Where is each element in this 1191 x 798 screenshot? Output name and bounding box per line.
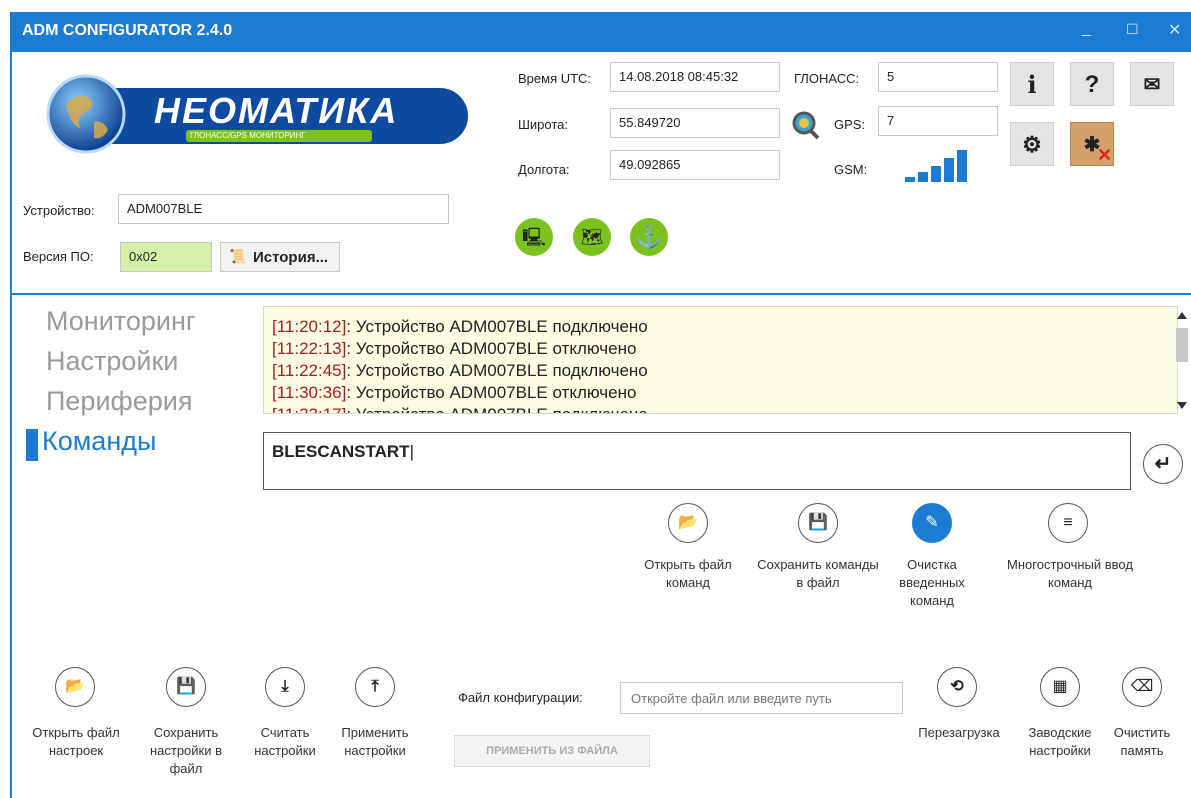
gps-field: 7	[878, 106, 998, 136]
longitude-label: Долгота:	[518, 162, 570, 177]
log-line: [11:30:36]: Устройство ADM007BLE отключе…	[272, 383, 637, 402]
help-button[interactable]: ?	[1070, 62, 1114, 106]
factory-settings-label: Заводские настройки	[1028, 725, 1092, 758]
clear-commands-button[interactable]: ✎	[912, 503, 952, 543]
close-button[interactable]: ✕	[1168, 20, 1181, 40]
nav-monitoring[interactable]: Мониторинг	[46, 306, 196, 337]
read-settings-label: Считать настройки	[254, 725, 316, 758]
multiline-input-label: Многострочный ввод команд	[1007, 557, 1133, 590]
enter-icon: ↵	[1154, 453, 1172, 475]
reboot-icon: ⟲	[950, 678, 964, 695]
anchor-button[interactable]: ⚓	[630, 218, 668, 256]
clear-commands-label: Очистка введенных команд	[899, 557, 965, 608]
log-line: [11:22:45]: Устройство ADM007BLE подключ…	[272, 361, 648, 380]
latitude-field: 55.849720	[610, 108, 780, 138]
nav-peripherals[interactable]: Периферия	[46, 386, 192, 417]
log-line: [11:22:13]: Устройство ADM007BLE отключе…	[272, 339, 637, 358]
log-line: [11:33:17]: Устройство ADM007BLE подключ…	[272, 404, 1169, 413]
config-file-input[interactable]	[620, 682, 903, 714]
apply-from-file-button[interactable]: ПРИМЕНИТЬ ИЗ ФАЙЛА	[454, 735, 650, 767]
reboot-label: Перезагрузка	[918, 725, 1000, 740]
save-settings-button[interactable]: 💾	[166, 667, 206, 707]
computer-connect-button[interactable]: 🖳	[515, 218, 553, 256]
broom-icon: ⌫	[1130, 678, 1154, 695]
history-button-label: История...	[253, 249, 329, 266]
window-title: ADM CONFIGURATOR 2.4.0	[22, 22, 233, 39]
factory-settings-button[interactable]: ▦	[1040, 667, 1080, 707]
save-commands-button[interactable]: 💾	[798, 503, 838, 543]
logo-brand: НЕОМАТИКА	[154, 90, 399, 131]
floppy-icon: 💾	[176, 678, 196, 695]
open-commands-file-button[interactable]: 📂	[668, 503, 708, 543]
send-command-button[interactable]: ↵	[1143, 444, 1183, 484]
mail-button[interactable]: ✉	[1130, 62, 1174, 106]
save-commands-label: Сохранить команды в файл	[757, 557, 879, 590]
gsm-signal-icon	[903, 150, 973, 184]
save-settings-label: Сохранить настройки в файл	[149, 725, 223, 776]
history-button[interactable]: 📜 История...	[220, 242, 340, 272]
factory-icon: ▦	[1052, 678, 1068, 695]
clear-memory-button[interactable]: ⌫	[1122, 667, 1162, 707]
read-settings-button[interactable]: ⤓	[265, 667, 305, 707]
monitor-icon: 🖳	[521, 227, 546, 247]
satellite-search-icon[interactable]	[790, 110, 820, 140]
eraser-icon: ✎	[925, 514, 939, 531]
nav-active-indicator	[26, 429, 38, 461]
time-label: Время UTC:	[518, 71, 592, 86]
bluetooth-button[interactable]: ✱ ✕	[1070, 122, 1114, 166]
glonass-field: 5	[878, 62, 998, 92]
nav-commands[interactable]: Команды	[42, 426, 156, 457]
anchor-icon: ⚓	[635, 224, 663, 249]
logo-subtitle: ГЛОНАСС/GPS МОНИТОРИНГ	[190, 131, 306, 140]
open-settings-file-button[interactable]: 📂	[55, 667, 95, 707]
config-file-label: Файл конфигурации:	[458, 690, 583, 705]
info-button[interactable]: i	[1010, 62, 1054, 106]
firmware-label: Версия ПО:	[23, 249, 94, 264]
device-field[interactable]: ADM007BLE	[118, 194, 449, 224]
map-button[interactable]: 🗺	[573, 218, 611, 256]
open-commands-file-label: Открыть файл команд	[644, 557, 732, 590]
gsm-label: GSM:	[834, 162, 868, 177]
glonass-label: ГЛОНАСС:	[794, 71, 860, 86]
title-bar: ADM CONFIGURATOR 2.4.0 _ ☐ ✕	[10, 12, 1191, 52]
settings-button[interactable]: ⚙	[1010, 122, 1054, 166]
gps-label: GPS:	[834, 117, 866, 132]
upload-icon: ⤒	[371, 678, 379, 695]
longitude-field: 49.092865	[610, 150, 780, 180]
header-separator	[10, 293, 1191, 295]
floppy-icon: 💾	[808, 514, 828, 531]
download-icon: ⤓	[281, 678, 289, 695]
multiline-input-button[interactable]: ≡	[1048, 503, 1088, 543]
firmware-field: 0x02	[120, 242, 212, 272]
event-log: [11:20:12]: Устройство ADM007BLE подключ…	[263, 306, 1178, 414]
disconnected-icon: ✕	[1097, 145, 1113, 165]
log-scrollbar[interactable]	[1173, 306, 1191, 414]
reboot-button[interactable]: ⟲	[937, 667, 977, 707]
nav-settings[interactable]: Настройки	[46, 346, 178, 377]
command-input[interactable]: BLESCANSTART|	[263, 432, 1131, 490]
apply-settings-button[interactable]: ⤒	[355, 667, 395, 707]
log-line: [11:20:12]: Устройство ADM007BLE подключ…	[272, 317, 648, 336]
scroll-icon: 📜	[229, 248, 247, 264]
minimize-button[interactable]: _	[1082, 20, 1091, 38]
lines-icon: ≡	[1063, 514, 1073, 531]
folder-icon: 📂	[678, 514, 698, 531]
company-logo: НЕОМАТИКА ГЛОНАСС/GPS МОНИТОРИНГ	[36, 74, 476, 154]
latitude-label: Широта:	[518, 117, 569, 132]
time-field: 14.08.2018 08:45:32	[610, 62, 780, 92]
apply-settings-label: Применить настройки	[341, 725, 409, 758]
clear-memory-label: Очистить память	[1113, 725, 1171, 758]
maximize-button[interactable]: ☐	[1126, 21, 1139, 38]
map-icon: 🗺	[580, 227, 604, 247]
device-label: Устройство:	[23, 203, 95, 218]
open-settings-file-label: Открыть файл настроек	[32, 725, 120, 758]
folder-icon: 📂	[65, 678, 85, 695]
